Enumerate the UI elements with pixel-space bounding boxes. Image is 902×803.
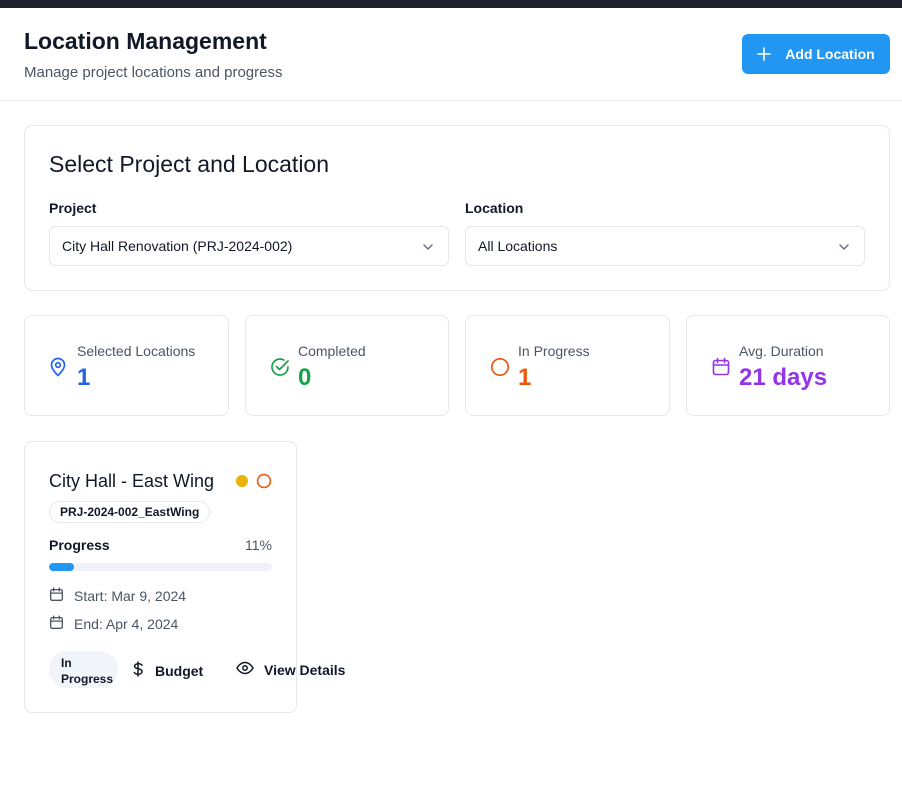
status-line-1: In [61,656,72,670]
view-details-button[interactable]: View Details [236,661,345,678]
start-date-row: Start: Mar 9, 2024 [49,587,186,605]
progress-bar [49,563,272,571]
chevron-down-icon [422,240,434,256]
project-label: Project [49,200,97,216]
location-label: Location [465,200,524,216]
stat-value: 0 [298,364,312,391]
project-select[interactable]: City Hall Renovation (PRJ-2024-002) [49,226,449,266]
stat-avg-duration: Avg. Duration 21 days [686,315,890,416]
calendar-icon [49,615,64,633]
top-bar [0,0,902,8]
selector-title: Select Project and Location [49,151,330,177]
end-date: End: Apr 4, 2024 [74,616,179,632]
project-location-selector: Select Project and Location Project City… [24,125,890,291]
calendar-icon [711,357,731,382]
stat-in-progress: In Progress 1 [465,315,670,416]
page-header: Location Management Manage project locat… [0,8,902,101]
progress-bar-fill [49,563,74,571]
location-name: City Hall - East Wing [49,471,215,491]
circle-icon [256,473,272,494]
check-circle-icon [270,357,290,382]
status-dot-icon [236,475,248,487]
chevron-down-icon [838,240,850,256]
budget-button[interactable]: Budget [131,661,203,680]
end-date-row: End: Apr 4, 2024 [49,615,178,633]
stat-label: In Progress [518,343,590,359]
stat-label: Selected Locations [77,343,196,359]
stat-value: 21 days [739,364,828,391]
add-location-label: Add Location [785,46,875,62]
stat-value: 1 [518,364,532,391]
page-subtitle: Manage project locations and progress [24,64,283,81]
status-badge: In Progress [49,651,118,688]
stat-completed: Completed 0 [245,315,449,416]
circle-icon [490,357,510,382]
project-select-value: City Hall Renovation (PRJ-2024-002) [62,238,293,254]
location-select[interactable]: All Locations [465,226,865,266]
location-code-badge: PRJ-2024-002_EastWing [49,501,211,523]
start-date: Start: Mar 9, 2024 [74,588,187,604]
map-pin-icon [49,357,67,382]
page-title: Location Management [24,28,267,54]
stat-value: 1 [77,364,91,391]
stat-label: Completed [298,343,366,359]
plus-icon [757,47,772,61]
stat-label: Avg. Duration [739,343,824,359]
location-select-value: All Locations [478,238,558,254]
view-details-label: View Details [264,661,346,678]
calendar-icon [49,587,64,605]
progress-label: Progress [49,537,110,553]
add-location-button[interactable]: Add Location [742,34,890,74]
progress-percent: 11% [245,537,272,553]
status-line-2: Progress [61,672,114,686]
location-card[interactable]: City Hall - East Wing PRJ-2024-002_EastW… [24,441,345,713]
stat-selected-locations: Selected Locations 1 [24,315,229,416]
eye-icon [236,661,254,678]
dollar-icon [131,661,145,680]
budget-label: Budget [155,662,204,679]
